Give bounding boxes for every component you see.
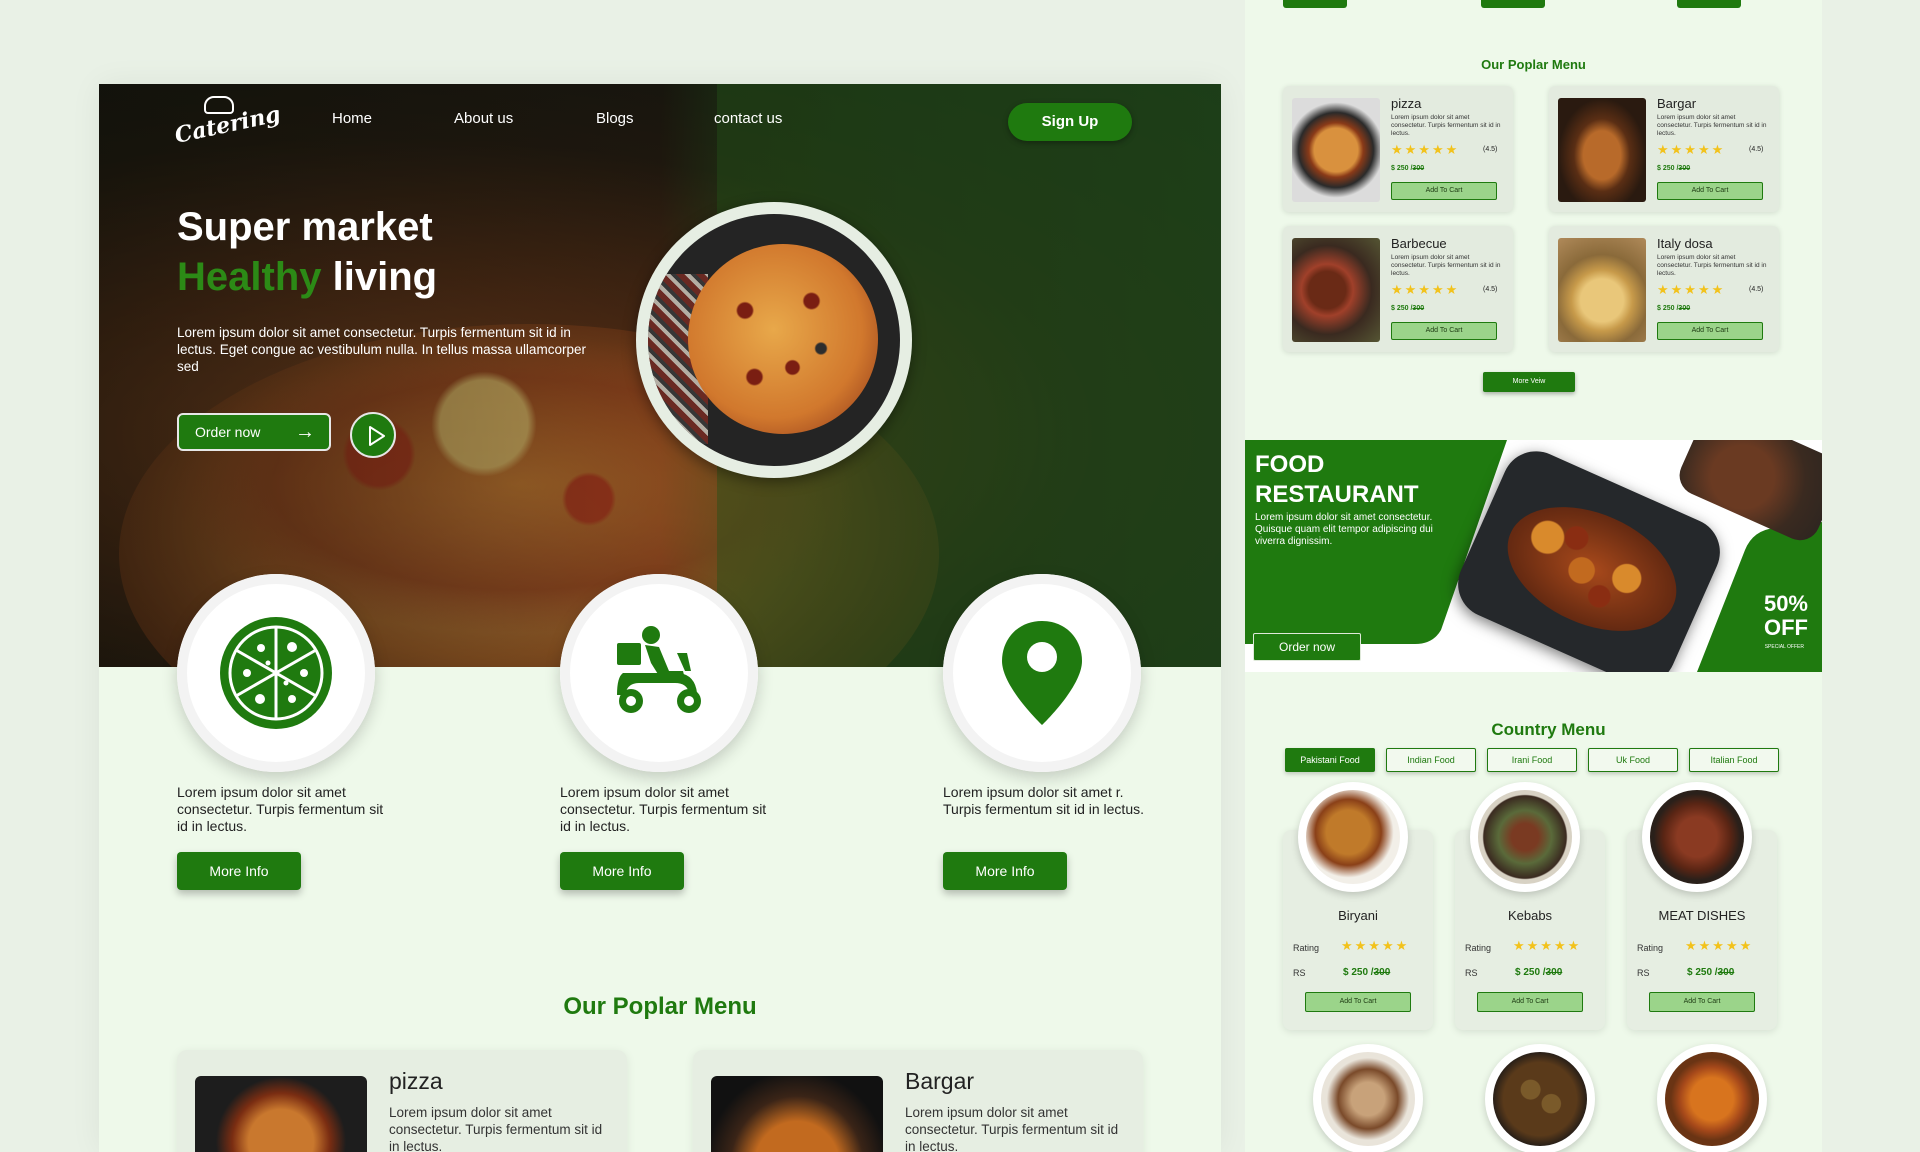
popular-card-pizza[interactable]: pizza Lorem ipsum dolor sit amet consect…	[177, 1050, 627, 1152]
biryani-image	[1306, 790, 1400, 884]
menu-card-pizza[interactable]: pizza Lorem ipsum dolor sit amet consect…	[1283, 86, 1513, 212]
more-info-button[interactable]: More Info	[177, 852, 301, 890]
meat-dishes-image	[1650, 790, 1744, 884]
dish-image-curry[interactable]	[1657, 1044, 1767, 1152]
menu-page-mockup: Our Poplar Menu pizza Lorem ipsum dolor …	[1245, 0, 1822, 1152]
pizza-icon	[220, 617, 332, 729]
price: $ 250 /300	[1657, 165, 1691, 172]
add-to-cart-button[interactable]: Add To Cart	[1477, 992, 1583, 1012]
price: $ 250 /300	[1343, 967, 1391, 978]
nav-about-us[interactable]: About us	[454, 110, 513, 127]
kebabs-image	[1478, 790, 1572, 884]
popular-menu-title: Our Poplar Menu	[563, 993, 757, 1020]
menu-card-bargar[interactable]: Bargar Lorem ipsum dolor sit amet consec…	[1549, 86, 1779, 212]
tab-italian-food[interactable]: Italian Food	[1689, 748, 1779, 772]
rating-stars-icon: ★★★★★	[1341, 938, 1410, 953]
discount-badge: 50% OFF	[1763, 591, 1808, 640]
add-to-cart-button[interactable]: Add To Cart	[1657, 322, 1763, 340]
landing-page-mockup: Catering Home About us Blogs contact us …	[99, 84, 1221, 1152]
sign-up-button[interactable]: Sign Up	[1008, 103, 1132, 141]
hero-pizza-image	[636, 202, 912, 478]
more-view-button[interactable]: More Veiw	[1483, 372, 1575, 392]
pizza-image	[195, 1076, 367, 1152]
rating-stars-icon: ★★★★★	[1513, 938, 1582, 953]
rating-stars-icon: ★★★★★	[1657, 282, 1726, 297]
banner-order-now-button[interactable]: Order now	[1253, 633, 1361, 661]
popular-card-bargar[interactable]: Bargar Lorem ipsum dolor sit amet consec…	[693, 1050, 1143, 1152]
tab-indian-food[interactable]: Indian Food	[1386, 748, 1476, 772]
more-info-button[interactable]: More Info	[943, 852, 1067, 890]
dish-image-falafel[interactable]	[1485, 1044, 1595, 1152]
hero-description: Lorem ipsum dolor sit amet consectetur. …	[177, 325, 586, 374]
rating-stars-icon: ★★★★★	[1391, 282, 1460, 297]
menu-card-barbecue[interactable]: Barbecue Lorem ipsum dolor sit amet cons…	[1283, 226, 1513, 352]
hero-title: Super market Healthy living	[177, 205, 438, 299]
nav-blogs[interactable]: Blogs	[596, 110, 634, 127]
nav-contact-us[interactable]: contact us	[714, 110, 782, 127]
delivery-scooter-icon	[617, 626, 701, 713]
right-popular-menu-title: Our Poplar Menu	[1481, 57, 1586, 72]
price: $ 250 /300	[1391, 165, 1425, 172]
price: $ 250 /300	[1657, 305, 1691, 312]
tab-pakistani-food[interactable]: Pakistani Food	[1285, 748, 1375, 772]
dish-card-kebabs[interactable]: Kebabs Rating ★★★★★ RS $ 250 /300 Add To…	[1455, 782, 1605, 1030]
order-now-button[interactable]: Order now →	[177, 413, 331, 451]
rating-stars-icon: ★★★★★	[1657, 142, 1726, 157]
add-to-cart-button[interactable]: Add To Cart	[1657, 182, 1763, 200]
play-video-button[interactable]	[350, 412, 396, 458]
price: $ 250 /300	[1515, 967, 1563, 978]
dish-card-biryani[interactable]: Biryani Rating ★★★★★ RS $ 250 /300 Add T…	[1283, 782, 1433, 1030]
barbecue-image	[1292, 238, 1380, 342]
arrow-right-icon: →	[295, 421, 315, 443]
add-to-cart-button[interactable]: Add To Cart	[1649, 992, 1755, 1012]
pizza-image	[1292, 98, 1380, 202]
add-to-cart-button[interactable]: Add To Cart	[1391, 182, 1497, 200]
add-to-cart-button[interactable]: Add To Cart	[1391, 322, 1497, 340]
add-to-cart-button[interactable]: Add To Cart	[1305, 992, 1411, 1012]
nav-home[interactable]: Home	[332, 110, 372, 127]
banner-title: FOOD RESTAURANT	[1255, 451, 1419, 508]
dish-image-wrap[interactable]	[1313, 1044, 1423, 1152]
rating-stars-icon: ★★★★★	[1391, 142, 1460, 157]
catering-logo[interactable]: Catering	[172, 92, 283, 156]
dosa-image	[1558, 238, 1646, 342]
tab-irani-food[interactable]: Irani Food	[1487, 748, 1577, 772]
rating-stars-icon: ★★★★★	[1685, 938, 1754, 953]
play-icon	[369, 426, 385, 446]
price: $ 250 /300	[1687, 967, 1735, 978]
more-info-button[interactable]: More Info	[560, 852, 684, 890]
burger-image	[711, 1076, 883, 1152]
tab-uk-food[interactable]: Uk Food	[1588, 748, 1678, 772]
price: $ 250 /300	[1391, 305, 1425, 312]
menu-card-italy-dosa[interactable]: Italy dosa Lorem ipsum dolor sit amet co…	[1549, 226, 1779, 352]
location-pin-icon	[1002, 621, 1082, 725]
dish-card-meat-dishes[interactable]: MEAT DISHES Rating ★★★★★ RS $ 250 /300 A…	[1627, 782, 1777, 1030]
burger-image	[1558, 98, 1646, 202]
country-menu-title: Country Menu	[1491, 720, 1606, 739]
food-restaurant-banner: FOOD RESTAURANT Lorem ipsum dolor sit am…	[1245, 440, 1822, 672]
